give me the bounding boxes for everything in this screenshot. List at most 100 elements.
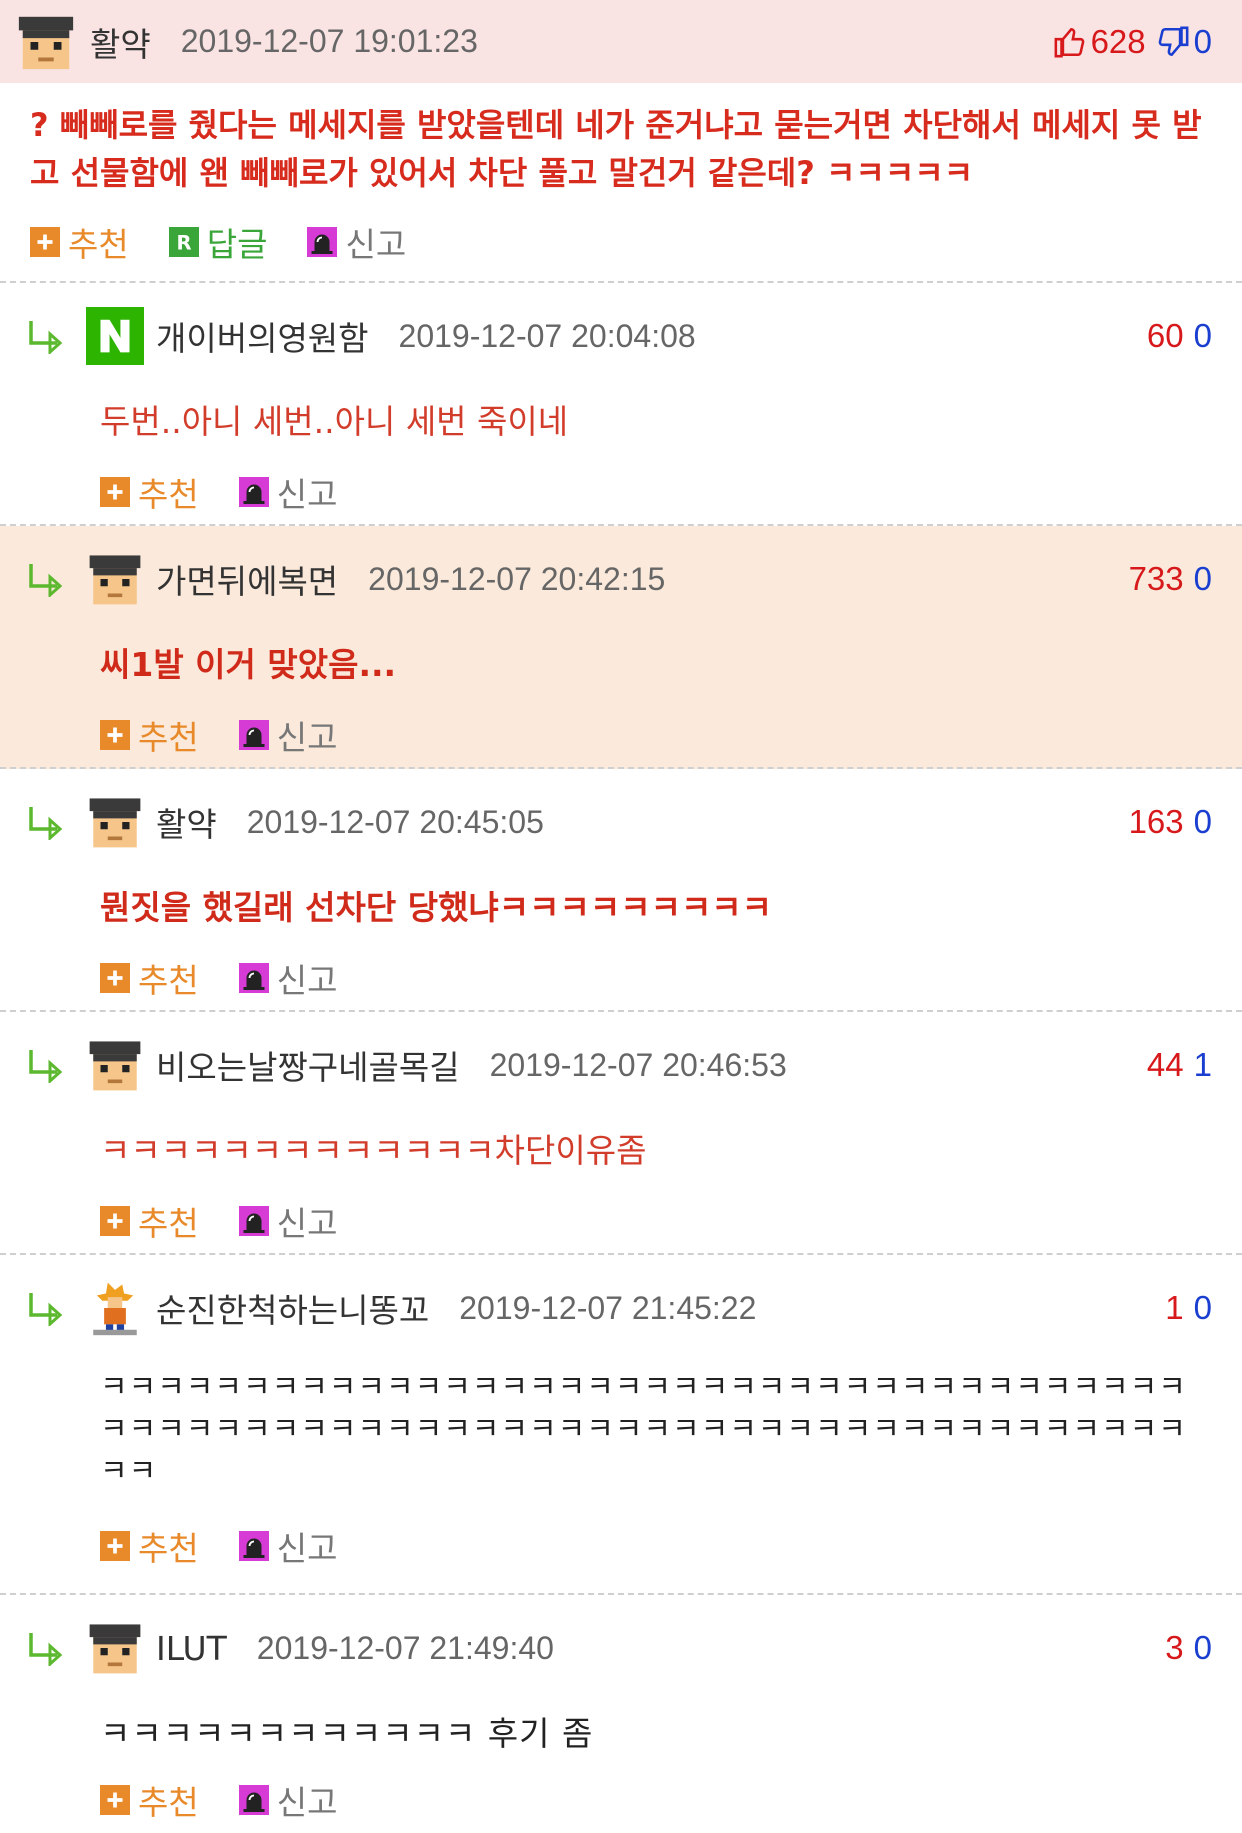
recommend-label: 추천: [138, 718, 199, 757]
upvote-count: 1: [1165, 1289, 1184, 1326]
reply-r-icon: R: [168, 227, 199, 257]
siren-icon: [238, 1531, 269, 1561]
recommend-label: 추천: [138, 475, 199, 514]
comment-actions: 추천 신고: [0, 945, 1242, 1011]
report-button[interactable]: 신고: [307, 218, 406, 266]
nickname[interactable]: 활약: [156, 798, 217, 846]
recommend-button[interactable]: 추천: [100, 711, 199, 759]
siren-icon: [238, 1785, 269, 1815]
report-label: 신고: [345, 225, 407, 264]
recommend-button[interactable]: 추천: [100, 1522, 199, 1570]
upvote-count: 44: [1146, 1046, 1184, 1083]
recommend-label: 추천: [68, 225, 129, 264]
comment-header: 가면뒤에복면 2019-12-07 20:42:15 733 0: [0, 526, 1242, 614]
timestamp: 2019-12-07 20:45:05: [246, 803, 544, 840]
report-button[interactable]: 신고: [238, 1197, 338, 1245]
reply-comment: 활약 2019-12-07 20:45:05 163 0 뭔짓을 했길래 선차단…: [0, 769, 1242, 1012]
comment-header: 활약 2019-12-07 20:45:05 163 0: [0, 769, 1242, 857]
report-button[interactable]: 신고: [238, 954, 337, 1002]
siren-icon: [238, 477, 269, 507]
nickname[interactable]: 활약: [90, 18, 151, 66]
comment-actions: 추천 신고: [0, 459, 1242, 525]
naver-logo-icon[interactable]: [86, 307, 144, 365]
report-label: 신고: [276, 1204, 338, 1243]
avatar-icon[interactable]: [86, 550, 144, 608]
avatar-icon[interactable]: [86, 1619, 144, 1677]
comment-top: 활약 2019-12-07 19:01:23 628 0 ? 빼빼로를 줬다는 …: [0, 0, 1242, 283]
upvote-count: 60: [1146, 317, 1184, 354]
comment-header: 활약 2019-12-07 19:01:23 628 0: [0, 0, 1242, 83]
downvote-count: 0: [1193, 560, 1212, 597]
comment-actions: 추천 신고: [0, 1767, 1242, 1833]
reply-arrow-icon: [29, 807, 63, 840]
upvote-count: 163: [1128, 803, 1184, 840]
plus-icon: [100, 1206, 130, 1236]
vote-counts: 163 0: [1129, 803, 1212, 841]
avatar-icon[interactable]: [86, 1036, 144, 1094]
recommend-button[interactable]: 추천: [100, 954, 199, 1002]
timestamp: 2019-12-07 21:49:40: [256, 1629, 554, 1666]
recommend-label: 추천: [138, 1529, 199, 1568]
nickname[interactable]: 비오는날짱구네골목길: [156, 1041, 460, 1089]
nickname[interactable]: 개이버의영원함: [156, 312, 369, 360]
reply-comment: 비오는날짱구네골목길 2019-12-07 20:46:53 44 1 ㅋㅋㅋㅋ…: [0, 1012, 1242, 1255]
reply-comment: 개이버의영원함 2019-12-07 20:04:08 60 0 두번..아니 …: [0, 283, 1242, 526]
svg-text:R: R: [176, 232, 191, 255]
upvote-count: 628: [1090, 22, 1146, 60]
plus-icon: [100, 720, 130, 750]
comment-text: ㅋㅋㅋㅋㅋㅋㅋㅋㅋㅋㅋㅋㅋㅋㅋㅋㅋㅋㅋㅋㅋㅋㅋㅋㅋㅋㅋㅋㅋㅋㅋㅋㅋㅋㅋㅋㅋㅋㅋㅋ…: [100, 1370, 1187, 1489]
recommend-label: 추천: [138, 1204, 199, 1243]
thumbs-up-icon[interactable]: [1053, 25, 1087, 59]
recommend-button[interactable]: 추천: [30, 218, 129, 266]
reply-arrow-icon: [29, 1293, 63, 1326]
upvote-count: 3: [1165, 1629, 1184, 1666]
avatar-icon[interactable]: [14, 10, 78, 73]
report-label: 신고: [276, 1529, 338, 1568]
report-label: 신고: [276, 718, 338, 757]
nickname[interactable]: 가면뒤에복면: [156, 555, 338, 603]
comment-text: 뭔짓을 했길래 선차단 당했냐ㅋㅋㅋㅋㅋㅋㅋㅋㅋ: [100, 888, 773, 927]
recommend-button[interactable]: 추천: [100, 1197, 199, 1245]
nickname[interactable]: ILUT: [156, 1629, 227, 1668]
reply-comment: 가면뒤에복면 2019-12-07 20:42:15 733 0 씨1발 이거 …: [0, 526, 1242, 769]
avatar-icon[interactable]: [86, 793, 144, 851]
report-button[interactable]: 신고: [238, 711, 338, 759]
comment-text: ㅋㅋㅋㅋㅋㅋㅋㅋㅋㅋㅋㅋㅋ차단이유좀: [100, 1131, 647, 1170]
comment-text: 두번..아니 세번..아니 세번 죽이네: [100, 402, 569, 441]
siren-icon: [238, 963, 269, 993]
recommend-button[interactable]: 추천: [100, 468, 199, 516]
reply-comment: 순진한척하는니똥꼬 2019-12-07 21:45:22 1 0 ㅋㅋㅋㅋㅋㅋ…: [0, 1255, 1242, 1595]
thumbs-down-icon[interactable]: [1156, 25, 1190, 59]
vote-counts: 3 0: [1165, 1629, 1212, 1667]
plus-icon: [100, 477, 130, 507]
plus-icon: [100, 1785, 130, 1815]
comment-text: 씨1발 이거 맞았음...: [100, 645, 397, 684]
plus-icon: [30, 227, 60, 257]
vote-counts: 60 0: [1147, 317, 1212, 355]
plus-icon: [100, 963, 130, 993]
report-button[interactable]: 신고: [238, 1522, 338, 1570]
timestamp: 2019-12-07 19:01:23: [180, 23, 478, 59]
upvote-count: 733: [1128, 560, 1184, 597]
downvote-count: 0: [1193, 1629, 1212, 1666]
vote-counts: 1 0: [1165, 1289, 1212, 1327]
comment-header: 비오는날짱구네골목길 2019-12-07 20:46:53 44 1: [0, 1012, 1242, 1100]
report-button[interactable]: 신고: [238, 468, 337, 516]
nickname[interactable]: 순진한척하는니똥꼬: [156, 1284, 429, 1332]
reply-arrow-icon: [29, 1050, 63, 1083]
comment-list: 활약 2019-12-07 19:01:23 628 0 ? 빼빼로를 줬다는 …: [0, 0, 1242, 1822]
vote-counts: 628 0: [1053, 23, 1212, 61]
comment-header: ILUT 2019-12-07 21:49:40 3 0: [0, 1595, 1242, 1683]
comment-actions: 추천 R 답글 신고: [0, 209, 1242, 275]
downvote-count: 0: [1193, 803, 1212, 840]
timestamp: 2019-12-07 21:45:22: [459, 1289, 757, 1326]
reply-arrow-icon: [29, 564, 63, 597]
reply-button[interactable]: R 답글: [168, 218, 267, 266]
downvote-count: 0: [1193, 1289, 1212, 1326]
reply-arrow-icon: [29, 1633, 63, 1666]
timestamp: 2019-12-07 20:46:53: [489, 1046, 787, 1083]
vote-counts: 733 0: [1129, 560, 1212, 598]
recommend-label: 추천: [138, 961, 199, 1000]
character-avatar-icon[interactable]: [86, 1279, 144, 1337]
siren-icon: [238, 720, 269, 750]
